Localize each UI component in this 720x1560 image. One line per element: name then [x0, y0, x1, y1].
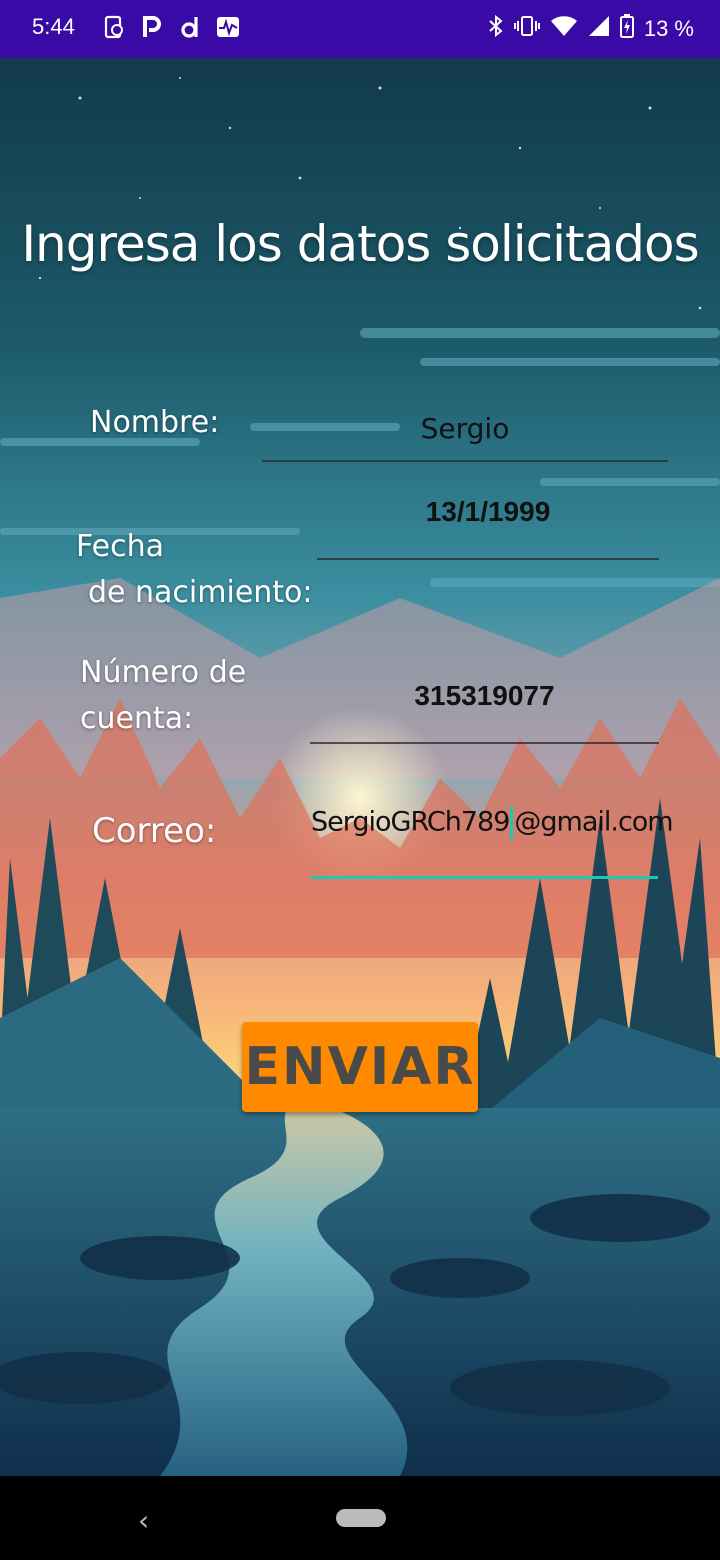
- page-title: Ingresa los datos solicitados: [21, 215, 699, 273]
- vibrate-icon: [513, 15, 540, 43]
- status-left-icons: [102, 14, 240, 40]
- fecha-label-line2: de nacimiento:: [88, 575, 313, 610]
- fecha-label-line1: Fecha: [76, 529, 164, 564]
- correo-text-before-caret: SergioGRCh789: [311, 806, 510, 838]
- signal-icon: [588, 15, 610, 43]
- bluetooth-icon: [488, 14, 504, 44]
- wifi-icon: [550, 15, 578, 43]
- correo-label: Correo:: [92, 811, 217, 851]
- status-right: 13 %: [488, 14, 694, 44]
- cuenta-label-line2: cuenta:: [80, 701, 194, 736]
- fecha-field[interactable]: 13/1/1999: [317, 492, 659, 560]
- d-app-icon: [178, 14, 202, 40]
- activity-icon: [216, 14, 240, 40]
- enviar-button[interactable]: ENVIAR: [242, 1022, 478, 1112]
- cuenta-label-line1: Número de: [80, 655, 247, 690]
- parking-icon: [140, 14, 164, 40]
- text-caret: [510, 806, 514, 840]
- correo-value: SergioGRCh789 @gmail.com: [311, 806, 674, 840]
- battery-charging-icon: [619, 14, 634, 44]
- fecha-label: Fecha de nacimiento:: [76, 524, 313, 616]
- nombre-label: Nombre:: [90, 405, 220, 440]
- nombre-value: Sergio: [420, 412, 510, 445]
- cuenta-label: Número de cuenta:: [80, 650, 246, 742]
- status-time: 5:44: [32, 14, 75, 39]
- screen: 5:44 13 % Ingresa los datos solicitados …: [0, 0, 720, 1560]
- status-bar: 5:44 13 %: [0, 0, 720, 58]
- correo-field[interactable]: SergioGRCh789 @gmail.com: [311, 796, 674, 879]
- nombre-field[interactable]: Sergio: [262, 408, 668, 462]
- battery-level: 13 %: [643, 16, 694, 41]
- cuenta-field[interactable]: 315319077: [310, 672, 659, 744]
- home-pill-icon[interactable]: [336, 1509, 386, 1527]
- navigation-bar: ‹: [0, 1476, 720, 1560]
- correo-text-after-caret: @gmail.com: [514, 806, 673, 838]
- fecha-value: 13/1/1999: [425, 496, 551, 527]
- back-icon[interactable]: ‹: [138, 1504, 149, 1537]
- screen-record-icon: [102, 14, 126, 40]
- cuenta-value: 315319077: [414, 680, 555, 711]
